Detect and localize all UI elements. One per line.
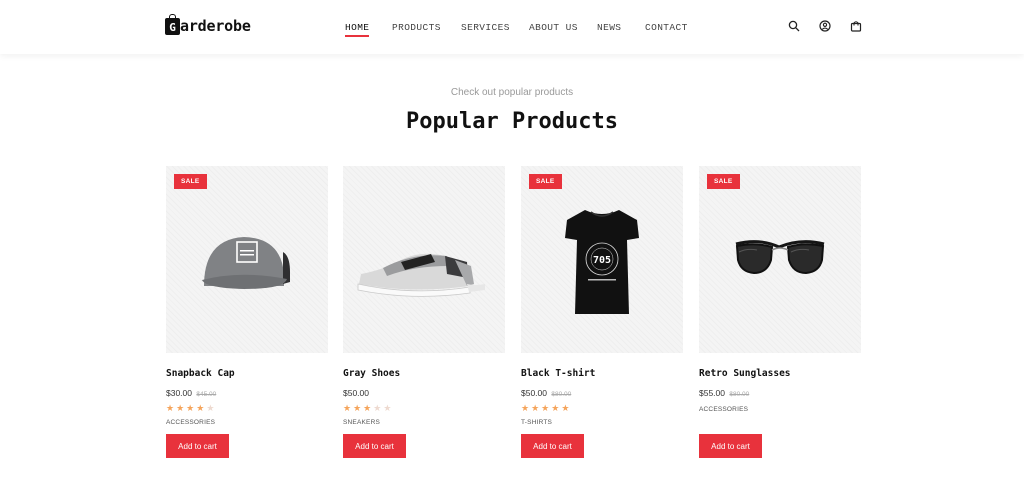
star-icon: ★ — [196, 403, 207, 413]
nav-news[interactable]: NEWS — [597, 22, 621, 33]
product-price: $55.00 $80.00 — [699, 388, 749, 398]
nav-home[interactable]: HOME — [345, 22, 370, 37]
product-card[interactable]: Gray Shoes $50.00 ★★★★★ SNEAKERS Add to … — [343, 166, 505, 458]
old-price: $45.00 — [196, 391, 217, 398]
section-title: Popular Products — [406, 109, 618, 134]
tshirt-print-icon: 705 — [593, 255, 611, 266]
sunglasses-image — [735, 240, 825, 275]
star-rating: ★★★★★ — [343, 403, 393, 414]
star-rating: ★★★★★ — [166, 403, 216, 414]
product-price: $50.00 $80.00 — [521, 388, 571, 398]
add-to-cart-button[interactable]: Add to cart — [699, 434, 762, 458]
product-image[interactable]: SALE — [699, 166, 861, 353]
user-icon[interactable] — [819, 20, 831, 32]
product-name[interactable]: Gray Shoes — [343, 368, 400, 379]
tshirt-image: 705 — [565, 210, 639, 314]
shopping-bag-logo-icon: G — [165, 13, 180, 35]
star-icon: ★ — [363, 403, 374, 413]
product-card[interactable]: SALE Snapback Cap $30.00 $45.00 ★★★★★ AC… — [166, 166, 328, 458]
star-icon: ★ — [551, 403, 562, 413]
brand-logo[interactable]: G arderobe — [165, 13, 251, 35]
current-price: $50.00 — [343, 388, 369, 398]
star-icon: ★ — [176, 403, 187, 413]
nav-services[interactable]: SERVICES — [461, 22, 510, 33]
star-icon: ★ — [186, 403, 197, 413]
product-category[interactable]: T-SHIRTS — [521, 419, 552, 426]
sale-badge: SALE — [174, 174, 207, 189]
current-price: $55.00 — [699, 388, 725, 398]
product-image[interactable] — [343, 166, 505, 353]
nav-contact[interactable]: CONTACT — [645, 22, 688, 33]
star-icon: ★ — [373, 403, 384, 413]
old-price: $80.00 — [729, 391, 750, 398]
product-image[interactable]: 705 SALE — [521, 166, 683, 353]
product-category[interactable]: ACCESSORIES — [166, 419, 215, 426]
star-icon: ★ — [541, 403, 552, 413]
site-header: G arderobe HOME PRODUCTS SERVICES ABOUT … — [0, 0, 1024, 54]
product-category[interactable]: ACCESSORIES — [699, 406, 748, 413]
add-to-cart-button[interactable]: Add to cart — [343, 434, 406, 458]
sale-badge: SALE — [707, 174, 740, 189]
brand-name: arderobe — [180, 17, 251, 35]
product-price: $30.00 $45.00 — [166, 388, 216, 398]
nav-products[interactable]: PRODUCTS — [392, 22, 441, 33]
star-icon: ★ — [343, 403, 354, 413]
product-image[interactable]: SALE — [166, 166, 328, 353]
old-price: $80.00 — [551, 391, 572, 398]
product-price: $50.00 — [343, 388, 369, 398]
product-name[interactable]: Retro Sunglasses — [699, 368, 791, 379]
star-icon: ★ — [206, 403, 217, 413]
star-icon: ★ — [561, 403, 572, 413]
search-icon[interactable] — [788, 20, 800, 32]
star-icon: ★ — [521, 403, 532, 413]
star-icon: ★ — [531, 403, 542, 413]
star-icon: ★ — [383, 403, 394, 413]
current-price: $50.00 — [521, 388, 547, 398]
section-subtitle: Check out popular products — [450, 87, 574, 98]
sale-badge: SALE — [529, 174, 562, 189]
product-category[interactable]: SNEAKERS — [343, 419, 380, 426]
product-name[interactable]: Black T-shirt — [521, 368, 595, 379]
shoe-image — [357, 253, 485, 297]
product-card[interactable]: 705 SALE Black T-shirt $50.00 $80.00 ★★★… — [521, 166, 683, 458]
product-card[interactable]: SALE Retro Sunglasses $55.00 $80.00 ACCE… — [699, 166, 861, 458]
star-icon: ★ — [353, 403, 364, 413]
add-to-cart-button[interactable]: Add to cart — [521, 434, 584, 458]
cap-image — [202, 237, 290, 289]
product-name[interactable]: Snapback Cap — [166, 368, 235, 379]
star-rating: ★★★★★ — [521, 403, 571, 414]
add-to-cart-button[interactable]: Add to cart — [166, 434, 229, 458]
current-price: $30.00 — [166, 388, 192, 398]
nav-about-us[interactable]: ABOUT US — [529, 22, 578, 33]
star-icon: ★ — [166, 403, 177, 413]
cart-icon[interactable] — [850, 20, 862, 32]
